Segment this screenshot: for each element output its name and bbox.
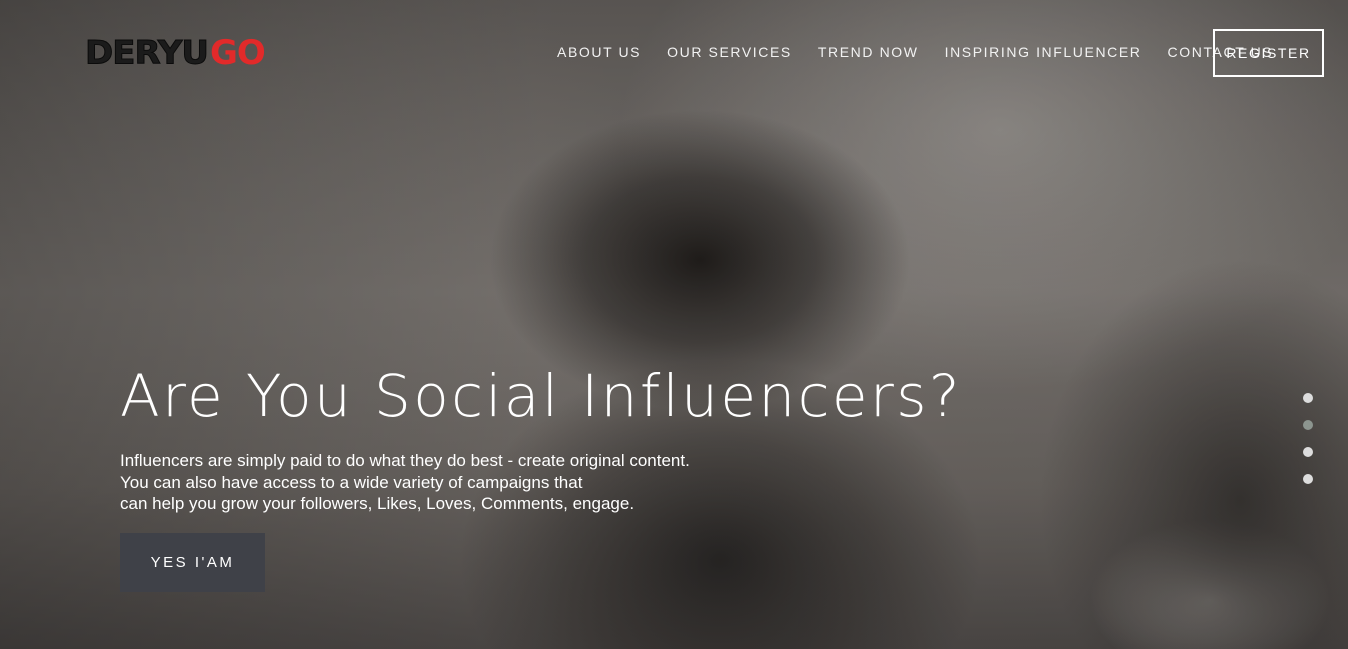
- nav-item-inspiring-influencer[interactable]: INSPIRING INFLUENCER: [945, 44, 1142, 60]
- register-button[interactable]: REGISTER: [1213, 29, 1324, 77]
- hero-title: Are You Social Influencers?: [120, 362, 962, 430]
- site-logo[interactable]: DERYU GO: [85, 32, 266, 74]
- hero-description-line: You can also have access to a wide varie…: [120, 472, 583, 492]
- slider-dot-2[interactable]: [1303, 420, 1313, 430]
- nav-item-our-services[interactable]: OUR SERVICES: [667, 44, 792, 60]
- hero-description-line: Influencers are simply paid to do what t…: [120, 451, 690, 470]
- hero-description-line: can help you grow your followers, Likes,…: [120, 494, 635, 513]
- hero-description: Influencers are simply paid to do what t…: [120, 450, 760, 515]
- nav-item-about-us[interactable]: ABOUT US: [557, 44, 641, 60]
- slider-pagination: [1303, 393, 1313, 484]
- slider-dot-4[interactable]: [1303, 474, 1313, 484]
- slider-dot-1[interactable]: [1303, 393, 1313, 403]
- logo-text-dark: DERYU: [85, 34, 210, 73]
- main-nav: ABOUT US OUR SERVICES TREND NOW INSPIRIN…: [557, 44, 1299, 60]
- slider-dot-3[interactable]: [1303, 447, 1313, 457]
- yes-i-am-button[interactable]: YES I'AM: [120, 533, 265, 592]
- logo-text-red: GO: [210, 33, 266, 73]
- nav-item-trend-now[interactable]: TREND NOW: [818, 44, 919, 60]
